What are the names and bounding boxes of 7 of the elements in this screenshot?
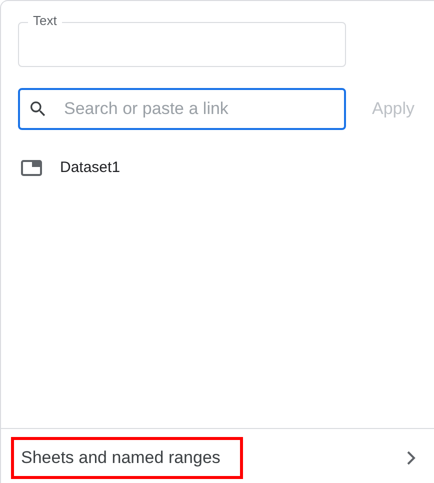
dataset-item[interactable]: Dataset1 (60, 156, 120, 180)
chevron-right-icon (406, 451, 416, 465)
sheets-ranges-row[interactable]: Sheets and named ranges (11, 437, 243, 479)
search-field[interactable]: Search or paste a link (18, 88, 346, 130)
search-icon (28, 99, 48, 119)
sheet-icon (21, 160, 42, 176)
row-label: Sheets and named ranges (21, 447, 220, 470)
